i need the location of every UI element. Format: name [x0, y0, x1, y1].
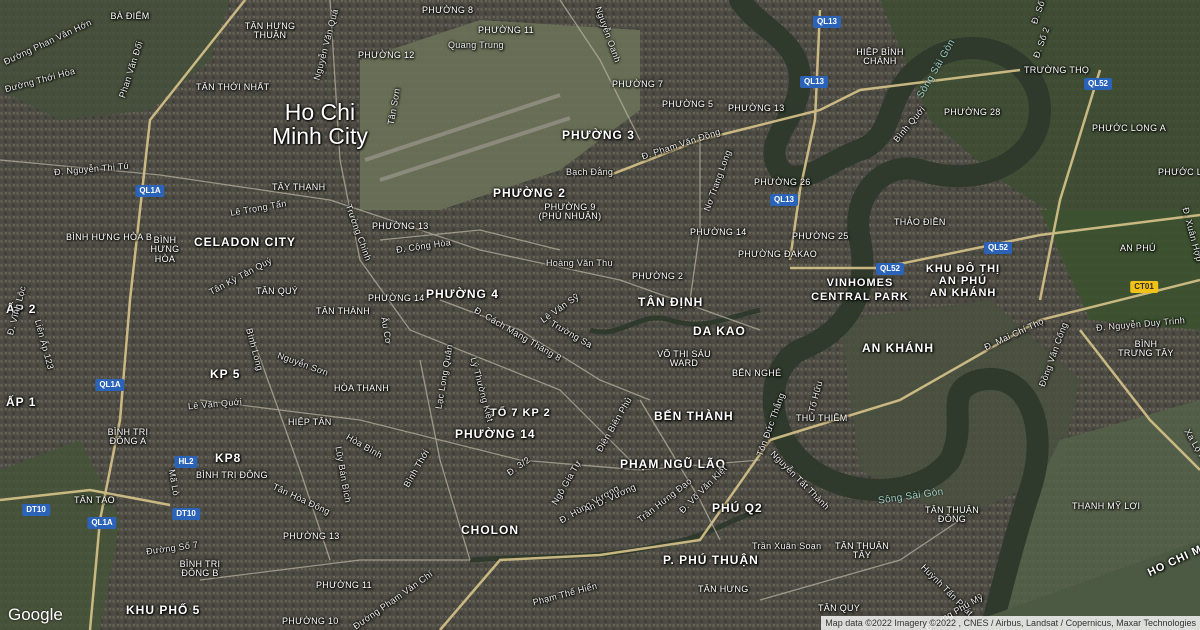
- highway-shield: QL1A: [135, 185, 165, 197]
- road-label: Bạch Đằng: [566, 167, 614, 177]
- ward-label: PHƯỜNG ĐAKAO: [738, 249, 818, 259]
- highway-shield: QL1A: [87, 517, 117, 529]
- district-label: P. PHÚ THUẬN: [663, 553, 759, 567]
- ward-label: TÂN THỚI NHẤT: [196, 82, 270, 92]
- google-logo[interactable]: Google: [8, 605, 63, 625]
- highway-shield: CT01: [1130, 281, 1158, 293]
- ward-label: VÕ THỊ SÁU WARD: [657, 349, 711, 369]
- district-label: CHOLON: [461, 523, 519, 537]
- district-label: VINHOMES: [826, 277, 894, 289]
- highway-shield: QL52: [983, 242, 1013, 254]
- ward-label: HIỆP TÂN: [288, 417, 332, 427]
- ward-label: TÂN HƯNG: [698, 584, 749, 594]
- ward-label: TRƯỜNG THỌ: [1024, 65, 1090, 75]
- district-label: KP 5: [210, 367, 241, 381]
- highway-shield: DT10: [22, 504, 50, 516]
- highway-shield: HL2: [174, 456, 198, 468]
- ward-label: BÀ ĐIỂM: [110, 11, 150, 21]
- ward-label: TÂN THUẬN ĐÔNG: [924, 505, 980, 525]
- ward-label: BÌNH TRỊ ĐÔNG: [196, 470, 268, 480]
- ward-label: PHƯỜNG 11: [316, 580, 372, 590]
- district-label: AN PHÚ: [938, 275, 988, 287]
- district-label: AN KHÁNH: [929, 287, 997, 299]
- district-label: PHƯỜNG 3: [562, 128, 635, 142]
- ward-label: PHƯỜNG 13: [728, 103, 785, 113]
- road-label: Trần Xuân Soạn: [752, 541, 822, 551]
- city-label-line-2: Minh City: [272, 123, 368, 150]
- ward-label: TÂN THÀNH: [316, 306, 371, 316]
- district-label: PHƯỜNG 14: [455, 427, 536, 441]
- ward-label: PHƯỜNG 10: [282, 616, 339, 626]
- ward-label: PHƯỜNG 12: [358, 50, 415, 60]
- ward-label: AN PHÚ: [1120, 243, 1156, 253]
- ward-label: PHƯỜNG 11: [478, 25, 534, 35]
- ward-label: BÌNH TRỊ ĐÔNG A: [107, 427, 149, 447]
- ward-label: THẠNH MỸ LỢI: [1072, 501, 1141, 511]
- road-label: Hoàng Văn Thụ: [546, 258, 613, 268]
- district-label: AN KHÁNH: [862, 341, 934, 355]
- ward-label: PHƯỜNG 26: [754, 177, 811, 187]
- district-label: KHU ĐÔ THỊ: [925, 263, 1001, 275]
- ward-label: PHƯỚC LONG A: [1092, 123, 1167, 133]
- highway-shield: DT10: [172, 508, 200, 520]
- district-label: PHẠM NGŨ LÃO: [620, 457, 726, 471]
- ward-label: BÌNH HƯNG HÒA: [150, 235, 180, 264]
- ward-label: PHƯỜNG 28: [944, 107, 1001, 117]
- highway-shield: QL13: [799, 76, 829, 88]
- highway-shield: QL52: [1083, 78, 1113, 90]
- district-label: KP8: [215, 451, 242, 465]
- ward-label: TÂN QUY: [818, 603, 861, 613]
- highway-shield: QL1A: [95, 379, 125, 391]
- ward-label: PHƯỜNG 13: [372, 221, 429, 231]
- ward-label: HIỆP BÌNH CHÁNH: [856, 47, 904, 67]
- highway-shield: QL52: [875, 263, 905, 275]
- district-label: CENTRAL PARK: [811, 291, 909, 303]
- district-label: ẤP 1: [6, 395, 37, 409]
- highway-shield: QL13: [769, 194, 799, 206]
- district-label: KHU PHỐ 5: [126, 603, 201, 617]
- district-label: PHƯỜNG 2: [493, 186, 566, 200]
- ward-label: TÂY THẠNH: [272, 182, 326, 192]
- ward-label: PHƯỜNG 25: [792, 231, 849, 241]
- ward-label: PHƯỚC LONG: [1158, 167, 1200, 177]
- ward-label: THẢO ĐIỀN: [894, 217, 946, 227]
- district-label: TÂN ĐỊNH: [638, 295, 704, 309]
- ward-label: TÂN QUÝ: [256, 286, 299, 296]
- district-label: TỔ 7 KP 2: [490, 407, 551, 419]
- highway-shield: QL13: [812, 16, 842, 28]
- ward-label: THỦ THIÊM: [796, 413, 848, 423]
- ward-label: PHƯỜNG 14: [368, 293, 425, 303]
- ward-label: TÂN THUẬN TÂY: [834, 541, 890, 561]
- ward-label: PHƯỜNG 13: [283, 531, 340, 541]
- ward-label: PHƯỜNG 14: [690, 227, 747, 237]
- ward-label: BÌNH TRỊ ĐÔNG B: [179, 559, 221, 579]
- ward-label: PHƯỜNG 2: [632, 271, 684, 281]
- ward-label: BẾN NGHÉ: [732, 368, 782, 378]
- ward-label: PHƯỜNG 9 (PHÚ NHUẬN): [538, 202, 602, 222]
- district-label: BẾN THÀNH: [654, 409, 734, 423]
- satellite-map[interactable]: Ho Chi Minh City PHƯỜNG 3 PHƯỜNG 2 PHƯỜN…: [0, 0, 1200, 630]
- ward-label: HÒA THẠNH: [334, 383, 390, 393]
- ward-label: PHƯỜNG 8: [422, 5, 474, 15]
- district-label: PHÚ Q2: [712, 501, 763, 515]
- ward-label: TÂN TẠO: [74, 495, 115, 505]
- district-label: DA KAO: [693, 324, 746, 338]
- city-label-line-1: Ho Chi: [284, 99, 356, 125]
- ward-label: BÌNH TRƯNG TÂY: [1118, 339, 1174, 359]
- ward-label: TÂN HƯNG THUẬN: [244, 21, 296, 41]
- city-label: Ho Chi Minh City: [272, 100, 368, 148]
- district-label: PHƯỜNG 4: [426, 287, 499, 301]
- ward-label: PHƯỜNG 5: [662, 99, 714, 109]
- ward-label: PHƯỜNG 7: [612, 79, 664, 89]
- road-label: Quang Trung: [448, 40, 504, 50]
- map-attribution[interactable]: Map data ©2022 Imagery ©2022 , CNES / Ai…: [821, 616, 1200, 630]
- district-label: CELADON CITY: [194, 235, 296, 249]
- map-imagery[interactable]: [0, 0, 1200, 630]
